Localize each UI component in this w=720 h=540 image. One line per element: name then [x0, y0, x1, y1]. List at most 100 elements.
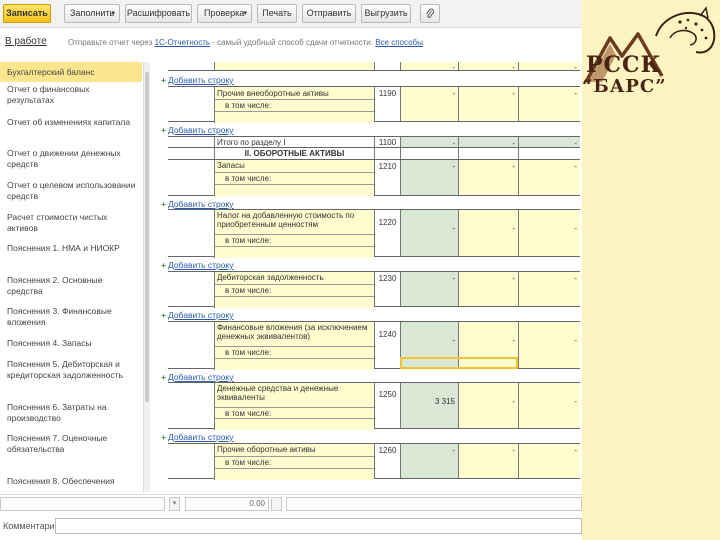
value-cell[interactable]: - [458, 87, 518, 121]
balance-sheet-form: - - - + Добавить строку Прочие внеоборотн… [156, 62, 582, 480]
comment-input[interactable] [55, 518, 582, 534]
value-cell[interactable]: - [518, 62, 580, 70]
check-button[interactable]: Проверка ▾ [197, 4, 252, 23]
plus-icon: + [161, 75, 166, 85]
row-name-1230: Дебиторская задолженность [214, 272, 374, 284]
comment-label: Комментарий: [3, 521, 63, 531]
selected-cell[interactable] [400, 357, 518, 369]
table-cell[interactable] [214, 246, 374, 258]
sidebar-item-target-use[interactable]: Отчет о целевом использовании средств [0, 180, 142, 202]
plus-icon: + [161, 199, 166, 209]
logo-text-line2: “БАРС” [582, 76, 667, 97]
sidebar-item-cash-flow[interactable]: Отчет о движении денежных средств [0, 148, 142, 170]
print-button[interactable]: Печать [257, 4, 297, 23]
table-cell[interactable] [214, 296, 374, 308]
attach-button[interactable] [420, 4, 440, 23]
add-row-link[interactable]: + Добавить строку [161, 75, 234, 86]
sidebar-item-note-6[interactable]: Пояснения 6. Затраты на производство [0, 402, 142, 424]
row-name-1260: Прочие оборотные активы [214, 444, 374, 456]
send-button[interactable]: Отправить [302, 4, 356, 23]
add-row-link[interactable]: + Добавить строку [161, 310, 234, 321]
reporting-link[interactable]: 1С-Отчетность [155, 38, 211, 47]
table-cell[interactable] [214, 468, 374, 480]
sidebar-item-note-4[interactable]: Пояснения 4. Запасы [0, 338, 142, 349]
sidebar-scrollbar[interactable] [143, 62, 150, 492]
value-cell[interactable]: - [518, 444, 580, 478]
value-cell[interactable]: - [458, 210, 518, 256]
value-cell[interactable]: - [518, 383, 580, 428]
value-cell[interactable]: - [400, 160, 458, 195]
value-cell[interactable]: - [518, 87, 580, 121]
including-label: в том числе: [214, 407, 374, 418]
value-cell[interactable]: - [400, 87, 458, 121]
add-row-link[interactable]: + Добавить строку [161, 260, 234, 271]
value-cell[interactable]: - [518, 160, 580, 195]
value-cell[interactable]: - [518, 272, 580, 306]
add-row-link[interactable]: + Добавить строку [161, 125, 234, 136]
value-cell[interactable]: - [400, 210, 458, 256]
table-cell [168, 62, 214, 70]
table-row: II. ОБОРОТНЫЕ АКТИВЫ [168, 148, 580, 160]
add-row-label: Добавить строку [167, 432, 234, 442]
table-cell[interactable] [214, 184, 374, 196]
row-name-1210: Запасы [214, 160, 374, 172]
table-cell[interactable] [214, 418, 374, 430]
write-button[interactable]: Записать [3, 4, 51, 23]
value-cell[interactable]: - [458, 62, 518, 70]
sidebar-item-capital-changes[interactable]: Отчет об изменениях капитала [0, 117, 142, 128]
value-cell[interactable]: - [400, 272, 458, 306]
table-cell [168, 322, 214, 368]
sidebar-item-net-assets[interactable]: Расчет стоимости чистых активов [0, 212, 142, 234]
sidebar-item-note-8[interactable]: Пояснения 8. Обеспечения [0, 476, 142, 487]
company-logo-panel: РССК “БАРС” [582, 0, 720, 540]
sidebar-item-note-2[interactable]: Пояснения 2. Основные средства [0, 275, 142, 297]
info-field[interactable] [286, 497, 582, 511]
amount-field[interactable]: 0.00 [185, 497, 269, 511]
decode-button[interactable]: Расшифровать [125, 4, 192, 23]
table-cell[interactable] [214, 358, 374, 370]
add-row-link[interactable]: + Добавить строку [161, 432, 234, 443]
including-label: в том числе: [214, 99, 374, 111]
row-code-1100: 1100 [374, 137, 400, 147]
row-name-1240: Финансовые вложения (за исключением дене… [214, 322, 374, 346]
sidebar-item-note-5[interactable]: Пояснения 5. Дебиторская и кредиторская … [0, 359, 142, 381]
info-message: Отправьте отчет через 1С-Отчетность - са… [68, 38, 423, 47]
status-link[interactable]: В работе [5, 36, 47, 47]
value-cell[interactable]: - [458, 272, 518, 306]
fill-button[interactable]: Заполнить ▾ [64, 4, 120, 23]
plus-icon: + [161, 125, 166, 135]
table-cell[interactable] [214, 111, 374, 123]
value-cell[interactable]: - [518, 322, 580, 368]
section-heading: II. ОБОРОТНЫЕ АКТИВЫ [214, 148, 374, 159]
sidebar-item-fin-results[interactable]: Отчет о финансовых результатах [0, 84, 142, 106]
value-cell[interactable]: - [518, 210, 580, 256]
upload-button[interactable]: Выгрузить [361, 4, 411, 23]
add-row-label: Добавить строку [167, 310, 234, 320]
filter-field[interactable] [0, 497, 165, 511]
value-cell[interactable]: - [400, 62, 458, 70]
all-methods-link[interactable]: Все способы [375, 38, 423, 47]
value-cell[interactable]: - [458, 444, 518, 478]
value-cell: - [400, 137, 458, 147]
value-cell[interactable]: - [458, 160, 518, 195]
table-cell [168, 444, 214, 478]
calculator-icon[interactable] [271, 497, 282, 511]
cash-value-cell[interactable]: 3 315 [400, 383, 458, 428]
sidebar-item-note-1[interactable]: Пояснения 1. НМА и НИОКР [0, 243, 142, 254]
row-code-1210: 1210 [374, 160, 400, 195]
dropdown-arrow-icon: ▾ [243, 10, 247, 17]
add-row-label: Добавить строку [167, 372, 234, 382]
sidebar-item-note-3[interactable]: Пояснения 3. Финансовые вложения [0, 306, 142, 328]
sidebar-item-balance[interactable]: Бухгалтерский баланс [0, 62, 142, 82]
chevron-down-icon[interactable]: ▾ [169, 497, 180, 511]
sidebar-item-note-7[interactable]: Пояснения 7. Оценочные обязательства [0, 433, 142, 455]
report-window: Записать Заполнить ▾ Расшифровать Проверк… [0, 0, 582, 540]
table-row: Итого по разделу I 1100 - - - [168, 136, 580, 148]
table-cell[interactable] [214, 62, 374, 70]
value-cell[interactable]: - [458, 383, 518, 428]
fill-label: Заполнить [70, 8, 115, 18]
table-row: Финансовые вложения (за исключением дене… [168, 321, 580, 370]
value-cell[interactable]: - [400, 444, 458, 478]
table-cell [168, 148, 214, 159]
scroll-thumb[interactable] [145, 72, 149, 402]
